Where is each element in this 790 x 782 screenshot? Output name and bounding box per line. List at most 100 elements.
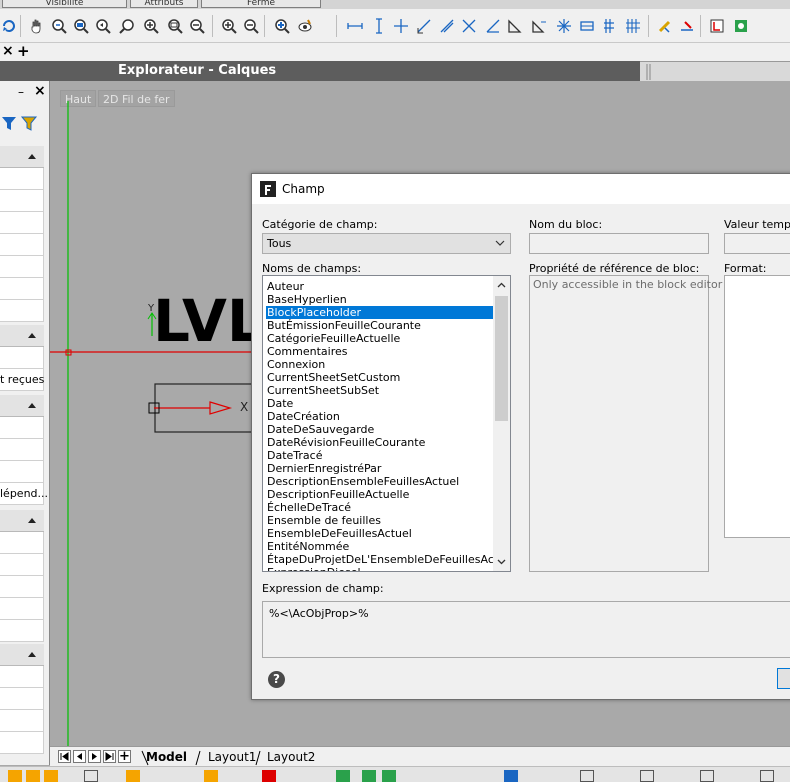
workspace-icon[interactable]	[362, 770, 376, 782]
close-drawing-tab-button[interactable]: ×	[2, 43, 14, 59]
list-item[interactable]	[0, 666, 44, 688]
otrack-icon[interactable]	[126, 770, 140, 782]
list-item[interactable]	[0, 212, 44, 234]
dim-aligned-icon[interactable]	[415, 17, 433, 35]
lineweight-icon[interactable]	[204, 770, 218, 782]
list-item[interactable]	[0, 234, 44, 256]
field-name-item[interactable]: CatégorieFeuilleActuelle	[266, 332, 494, 345]
ucs-icon[interactable]	[700, 770, 714, 782]
block-prop-list[interactable]: Only accessible in the block editor	[529, 275, 722, 572]
scroll-thumb[interactable]	[495, 296, 508, 421]
list-item[interactable]	[0, 439, 44, 461]
zoom-in-icon[interactable]	[142, 17, 160, 35]
field-name-item[interactable]: Date	[266, 397, 494, 410]
field-icon[interactable]	[708, 17, 726, 35]
field-name-item[interactable]: DernierEnregistréPar	[266, 462, 494, 475]
dim-angular-icon[interactable]	[438, 17, 456, 35]
break-icon[interactable]	[678, 17, 696, 35]
zoom-window-icon[interactable]	[72, 17, 90, 35]
list-item[interactable]	[0, 461, 44, 483]
ok-button[interactable]	[777, 668, 790, 689]
field-name-item[interactable]: CurrentSheetSubSet	[266, 384, 494, 397]
field-name-item[interactable]: DateTracé	[266, 449, 494, 462]
list-item[interactable]	[0, 278, 44, 300]
scroll-down-icon[interactable]	[497, 559, 506, 565]
field-name-item[interactable]: EnsembleDeFeuillesActuel	[266, 527, 494, 540]
table-icon[interactable]	[578, 17, 596, 35]
field-name-item[interactable]: ButÉmissionFeuilleCourante	[266, 319, 494, 332]
minimize-panel-button[interactable]: –	[18, 85, 24, 99]
snap-mode-icon[interactable]	[8, 770, 22, 782]
panel-section-header[interactable]	[0, 644, 44, 666]
help-button[interactable]: ?	[268, 671, 285, 688]
list-scrollbar[interactable]	[493, 276, 510, 571]
dim-continue-icon[interactable]	[530, 17, 548, 35]
expression-field[interactable]: %<\AcObjProp>%	[262, 601, 790, 658]
list-item[interactable]	[0, 688, 44, 710]
field-name-item[interactable]: Connexion	[266, 358, 494, 371]
zoom-minus-icon[interactable]	[242, 17, 260, 35]
snap-icon[interactable]	[555, 17, 573, 35]
layer-state-icon[interactable]	[0, 17, 18, 35]
isolate-icon[interactable]	[382, 770, 396, 782]
filter-icon[interactable]	[0, 115, 42, 133]
list-item[interactable]	[0, 190, 44, 212]
grid-icon[interactable]	[624, 17, 642, 35]
list-item[interactable]	[0, 710, 44, 732]
temp-value-field[interactable]	[724, 233, 790, 254]
list-item[interactable]	[0, 576, 44, 598]
osnap-icon[interactable]	[84, 770, 98, 782]
list-item[interactable]	[0, 168, 44, 190]
field-name-item[interactable]: BlockPlaceholder	[266, 306, 494, 319]
list-item[interactable]	[0, 598, 44, 620]
list-item[interactable]: t reçues	[0, 369, 44, 391]
dim-diameter-icon[interactable]	[484, 17, 502, 35]
block-name-field[interactable]	[529, 233, 709, 254]
drawing-text[interactable]: LVL	[153, 289, 264, 353]
ucs-icon[interactable]	[580, 770, 594, 782]
field-name-item[interactable]: Auteur	[266, 280, 494, 293]
polar-mode-icon[interactable]	[44, 770, 58, 782]
list-item[interactable]	[0, 347, 44, 369]
dim-radius-icon[interactable]	[460, 17, 478, 35]
field-name-item[interactable]: DateRévisionFeuilleCourante	[266, 436, 494, 449]
field-name-item[interactable]: Commentaires	[266, 345, 494, 358]
panel-section-header[interactable]	[0, 325, 44, 347]
dim-linear-icon[interactable]	[346, 17, 364, 35]
zoom-realtime-icon[interactable]	[50, 17, 68, 35]
last-tab-button[interactable]	[103, 750, 116, 763]
prev-tab-button[interactable]	[73, 750, 86, 763]
panel-section-header[interactable]	[0, 395, 44, 417]
properties-icon[interactable]	[504, 770, 518, 782]
next-tab-button[interactable]	[88, 750, 101, 763]
dim-vertical-icon[interactable]	[370, 17, 388, 35]
tab-closed[interactable]: Fermé	[201, 0, 321, 8]
zoom-out-icon[interactable]	[166, 17, 184, 35]
ucs-icon[interactable]	[640, 770, 654, 782]
zoom-extents-icon[interactable]	[188, 17, 206, 35]
annotation-icon[interactable]	[336, 770, 350, 782]
dim-baseline-icon[interactable]	[506, 17, 524, 35]
pan-hand-icon[interactable]	[28, 17, 46, 35]
field-name-item[interactable]: DescriptionFeuilleActuelle	[266, 488, 494, 501]
first-tab-button[interactable]	[58, 750, 71, 763]
field-names-list[interactable]: Auteur BaseHyperlien BlockPlaceholder ButÉm…	[262, 275, 511, 572]
zoom-dynamic-icon[interactable]	[118, 17, 136, 35]
panel-section-header[interactable]	[0, 146, 44, 168]
field-name-item[interactable]: ÉtapeDuProjetDeL'EnsembleDeFeuillesActue…	[266, 553, 510, 566]
field-name-item[interactable]: ExpressionDiesel	[266, 566, 494, 571]
field-name-item[interactable]: DateDeSauvegarde	[266, 423, 494, 436]
show-icon[interactable]	[296, 17, 314, 35]
area-icon[interactable]	[732, 17, 750, 35]
field-name-item[interactable]: DateCréation	[266, 410, 494, 423]
field-name-item[interactable]: EntitéNommée	[266, 540, 494, 553]
panel-section-header[interactable]	[0, 510, 44, 532]
add-layout-button[interactable]: +	[118, 750, 131, 763]
ortho-mode-icon[interactable]	[26, 770, 40, 782]
field-name-item[interactable]: DescriptionEnsembleFeuillesActuel	[266, 475, 494, 488]
format-list[interactable]	[724, 275, 790, 538]
grid-icon[interactable]	[601, 17, 619, 35]
list-item[interactable]: lépend...	[0, 483, 48, 505]
field-name-item[interactable]: CurrentSheetSetCustom	[266, 371, 494, 384]
category-select[interactable]: Tous	[262, 233, 511, 254]
